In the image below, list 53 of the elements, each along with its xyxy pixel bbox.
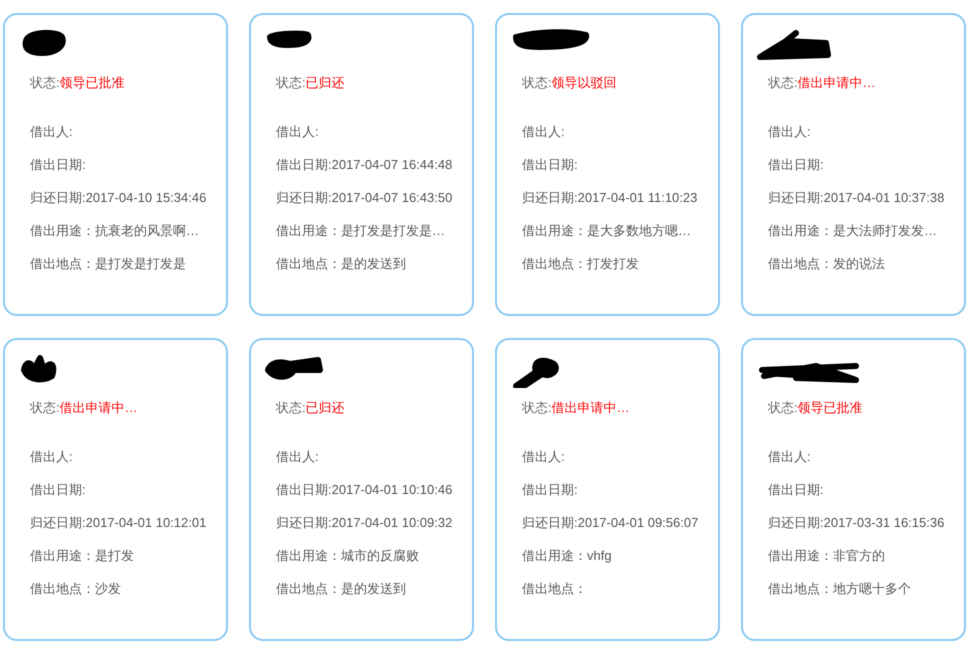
field-text: 借出地点：是打发是打发是 [30,255,187,273]
redaction-scribble [513,358,559,388]
status-line: 状态:领导已批准 [30,74,126,92]
field-text: 借出地点：发的说法 [768,255,886,273]
field-text: 借出地点：是的发送到 [276,255,407,273]
status-line: 状态:已归还 [276,399,346,417]
field-text: 借出日期: [30,156,87,174]
field-text: 归还日期:2017-04-10 15:34:46 [30,189,208,207]
field-text: 借出日期: [768,481,825,499]
field-text: 借出人: [522,123,566,141]
field-text: 借出人: [768,448,812,466]
redaction-scribble [265,357,323,380]
status-line: 状态:已归还 [276,74,346,92]
field-text: 归还日期:2017-04-01 09:56:07 [522,514,700,532]
field-text: 借出人: [768,123,812,141]
field-text: 借出地点：打发打发 [522,255,640,273]
field-text: 借出用途：抗衰老的风景啊… [30,222,200,240]
field-text: 借出用途：非官方的 [768,547,886,565]
field-text: 借出用途：vhfg [522,547,613,565]
field-text: 借出日期: [30,481,87,499]
field-text: 借出人: [276,123,320,141]
redaction-scribble [21,355,56,382]
field-text: 借出人: [30,448,74,466]
field-text: 归还日期:2017-04-01 11:10:23 [522,189,698,207]
field-text: 借出人: [30,123,74,141]
field-text: 借出用途：是大法师打发发… [768,222,938,240]
field-text: 归还日期:2017-04-07 16:43:50 [276,189,454,207]
field-text: 借出日期: [768,156,825,174]
redaction-scribble [22,30,66,56]
field-text: 借出用途：是打发 [30,547,135,565]
status-line: 状态:借出申请中… [522,399,631,417]
field-text: 归还日期:2017-04-01 10:37:38 [768,189,946,207]
field-text: 归还日期:2017-04-01 10:09:32 [276,514,454,532]
field-text: 借出地点：是的发送到 [276,580,407,598]
field-text: 借出日期:2017-04-01 10:10:46 [276,481,454,499]
field-text: 借出人: [522,448,566,466]
field-text: 借出日期: [522,156,579,174]
field-text: 借出人: [276,448,320,466]
status-line: 状态:借出申请中… [30,399,139,417]
field-text: 借出日期: [522,481,579,499]
field-text: 借出地点： [522,580,588,598]
field-text: 归还日期:2017-04-01 10:12:01 [30,514,208,532]
field-text: 借出用途：是大多数地方嗯… [522,222,692,240]
redaction-scribble [267,30,312,48]
field-text: 借出地点：地方嗯十多个 [768,580,912,598]
status-line: 状态:领导已批准 [768,399,864,417]
field-text: 归还日期:2017-03-31 16:15:36 [768,514,946,532]
field-text: 借出日期:2017-04-07 16:44:48 [276,156,454,174]
status-line: 状态:借出申请中… [768,74,877,92]
field-text: 借出用途：是打发是打发是… [276,222,446,240]
field-text: 借出用途：城市的反腐败 [276,547,420,565]
field-text: 借出地点：沙发 [30,580,122,598]
status-line: 状态:领导以驳回 [522,74,618,92]
